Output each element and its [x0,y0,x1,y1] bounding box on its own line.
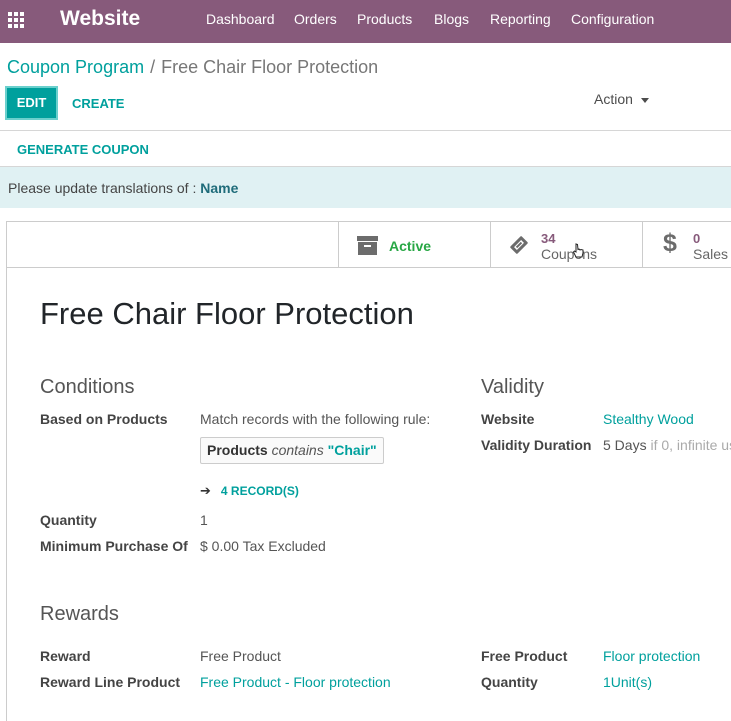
validity-duration-value: 5 Days if 0, infinite use [603,437,731,453]
app-brand[interactable]: Website [60,7,140,31]
archive-icon [357,236,378,255]
create-button[interactable]: CREATE [72,96,124,111]
action-label: Action [594,91,633,107]
coupons-count: 34 [541,231,556,246]
records-link[interactable]: ➔ 4 RECORD(S) [200,483,299,499]
active-toggle-button[interactable]: Active [338,221,490,267]
quantity-value: 1 [200,512,208,528]
minimum-purchase-tax: Tax Excluded [242,538,326,554]
breadcrumb-current: Free Chair Floor Protection [161,57,379,77]
validity-heading: Validity [481,376,544,398]
action-dropdown[interactable]: Action [594,91,649,107]
free-product-value[interactable]: Floor protection [603,648,700,664]
generate-coupon-button[interactable]: GENERATE COUPON [17,142,149,157]
ticket-icon [510,236,528,254]
reward-quantity-label: Quantity [481,674,538,690]
based-on-products-label: Based on Products [40,411,168,427]
domain-value: "Chair" [327,442,377,458]
minimum-purchase-amount: $ 0.00 [200,538,239,554]
minimum-purchase-label: Minimum Purchase Of [40,538,188,554]
reward-quantity-value[interactable]: 1Unit(s) [603,674,652,690]
top-navbar: Website Dashboard Orders Products Blogs … [0,0,731,43]
validity-duration-hint: if 0, infinite use [650,437,731,453]
breadcrumb-separator: / [150,57,156,77]
active-label: Active [389,238,432,254]
sales-label: Sales [693,246,729,262]
divider [0,130,731,131]
quantity-label: Quantity [40,512,97,528]
reward-line-product-value[interactable]: Free Product - Floor protection [200,674,391,690]
based-on-products-value: Match records with the following rule: [200,411,431,427]
domain-rule-tag[interactable]: Products contains "Chair" [200,437,384,464]
edit-button[interactable]: EDIT [5,86,58,120]
apps-menu-icon[interactable] [8,12,26,28]
sales-count: 0 [693,231,701,246]
validity-duration-label: Validity Duration [481,437,592,453]
free-product-label: Free Product [481,648,568,664]
reward-line-product-label: Reward Line Product [40,674,181,690]
translation-alert: Please update translations of : Name [0,167,731,208]
stat-button-box: Active 34 Coupons $ 0 Sales [6,221,731,268]
conditions-heading: Conditions [40,376,135,398]
breadcrumb-coupon-program[interactable]: Coupon Program [7,57,144,77]
coupons-stat-button[interactable]: 34 Coupons [490,221,642,267]
arrow-right-icon: ➔ [200,483,211,498]
validity-duration-days: 5 Days [603,437,647,453]
alert-text: Please update translations of : [8,180,201,196]
domain-field: Products [207,442,268,458]
reward-value: Free Product [200,648,281,664]
records-link-label: 4 RECORD(S) [220,484,299,498]
caret-down-icon [640,97,649,103]
mouse-pointer-icon [572,243,584,258]
menu-dashboard[interactable]: Dashboard [206,11,275,27]
minimum-purchase-value: $ 0.00 Tax Excluded [200,538,326,554]
menu-reporting[interactable]: Reporting [490,11,551,27]
coupons-label: Coupons [541,246,598,262]
reward-label: Reward [40,648,91,664]
menu-blogs[interactable]: Blogs [434,11,469,27]
menu-configuration[interactable]: Configuration [571,11,654,27]
menu-products[interactable]: Products [357,11,412,27]
website-value[interactable]: Stealthy Wood [603,411,694,427]
domain-operator: contains [271,442,324,458]
menu-orders[interactable]: Orders [294,11,337,27]
website-label: Website [481,411,535,427]
alert-field-link[interactable]: Name [200,180,238,196]
dollar-icon: $ [663,229,677,257]
rewards-heading: Rewards [40,603,119,625]
sales-stat-button[interactable]: $ 0 Sales [642,221,731,267]
breadcrumb: Coupon Program / Free Chair Floor Protecti… [7,57,378,78]
record-title: Free Chair Floor Protection [40,296,414,331]
